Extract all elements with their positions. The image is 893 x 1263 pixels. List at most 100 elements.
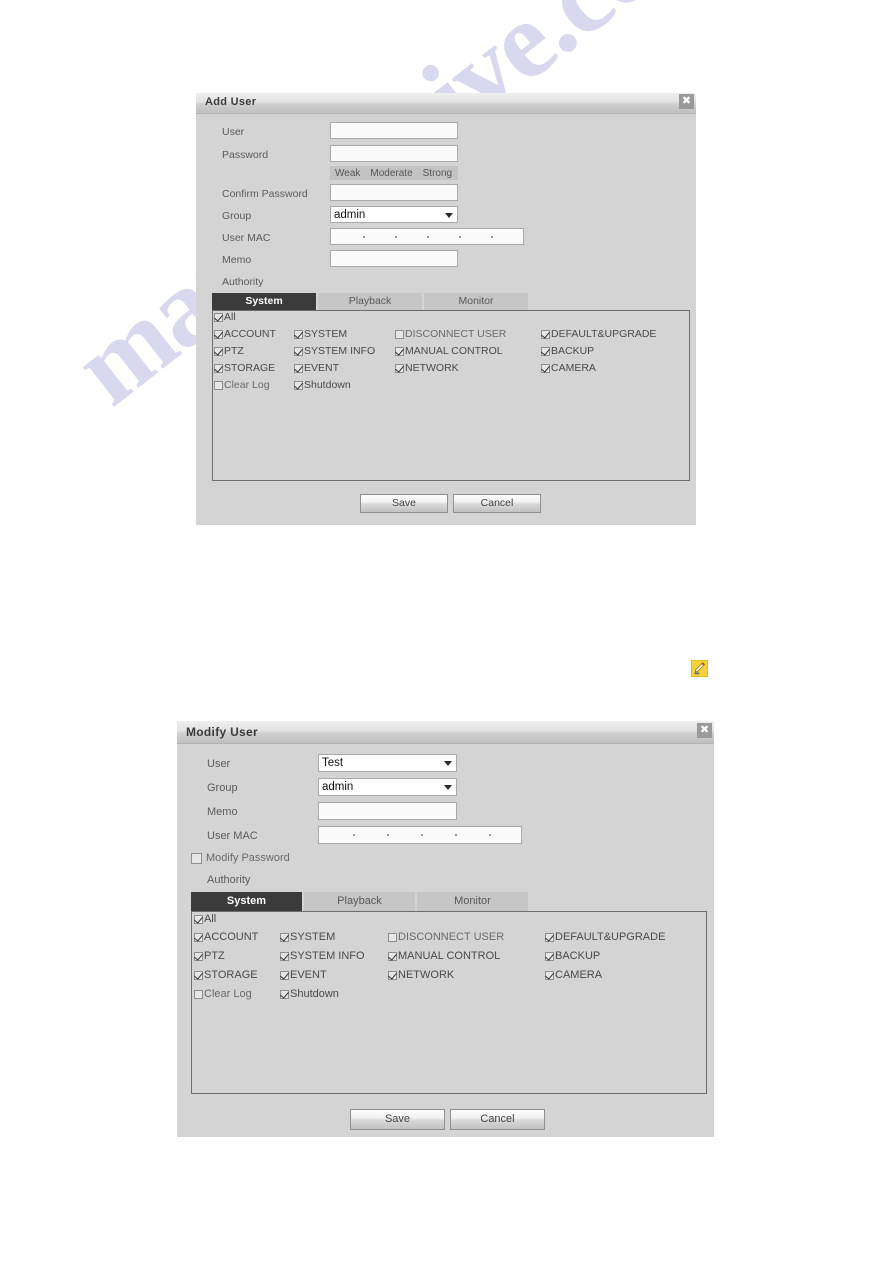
permission-default-upgrade[interactable]: DEFAULT&UPGRADE: [541, 328, 656, 340]
checkbox-icon[interactable]: [294, 363, 303, 373]
checkbox-icon[interactable]: [294, 346, 303, 356]
permission-ptz[interactable]: PTZ: [194, 950, 225, 962]
permission-backup[interactable]: BACKUP: [541, 345, 594, 357]
permission-all[interactable]: All: [214, 311, 236, 323]
permission-disconnect-user[interactable]: DISCONNECT USER: [395, 328, 506, 340]
permission-all[interactable]: All: [194, 913, 216, 925]
permission-backup[interactable]: BACKUP: [545, 950, 600, 962]
checkbox-icon[interactable]: [545, 970, 554, 980]
cancel-button[interactable]: Cancel: [453, 494, 541, 513]
checkbox-icon[interactable]: [214, 363, 223, 373]
group-select[interactable]: admin: [330, 206, 458, 223]
permission-label: NETWORK: [405, 362, 459, 374]
checkbox-icon[interactable]: [545, 951, 554, 961]
modify-user-title: Modify User: [186, 725, 258, 739]
checkbox-icon[interactable]: [214, 312, 223, 322]
tab-monitor[interactable]: Monitor: [417, 892, 530, 911]
permission-storage[interactable]: STORAGE: [214, 362, 275, 374]
checkbox-icon[interactable]: [280, 970, 289, 980]
permission-camera[interactable]: CAMERA: [541, 362, 596, 374]
permission-event[interactable]: EVENT: [294, 362, 339, 374]
confirm-password-input[interactable]: [330, 184, 458, 201]
cancel-button[interactable]: Cancel: [450, 1109, 545, 1130]
permission-label: Clear Log: [224, 379, 270, 391]
permission-label: MANUAL CONTROL: [398, 950, 501, 962]
permission-label: PTZ: [224, 345, 244, 357]
pencil-icon[interactable]: [691, 660, 708, 677]
checkbox-icon[interactable]: [541, 363, 550, 373]
checkbox-icon[interactable]: [395, 363, 404, 373]
checkbox-icon[interactable]: [280, 932, 289, 942]
tab-system[interactable]: System: [212, 293, 318, 310]
password-input[interactable]: [330, 145, 458, 162]
tab-system[interactable]: System: [191, 892, 304, 911]
memo-input[interactable]: [330, 250, 458, 267]
modify-password-checkbox[interactable]: Modify Password: [191, 852, 290, 864]
strength-weak: Weak: [335, 167, 361, 179]
close-icon[interactable]: ✖: [679, 94, 694, 109]
checkbox-icon[interactable]: [294, 329, 303, 339]
checkbox-icon[interactable]: [294, 380, 303, 390]
permission-system-info[interactable]: SYSTEM INFO: [280, 950, 365, 962]
checkbox-icon[interactable]: [388, 970, 397, 980]
memo-input[interactable]: [318, 802, 457, 820]
permission-disconnect-user[interactable]: DISCONNECT USER: [388, 931, 504, 943]
checkbox-icon[interactable]: [194, 970, 203, 980]
user-input[interactable]: [330, 122, 458, 139]
checkbox-icon[interactable]: [214, 346, 223, 356]
tab-monitor[interactable]: Monitor: [424, 293, 530, 310]
checkbox-icon[interactable]: [214, 329, 223, 339]
group-select[interactable]: admin: [318, 778, 457, 796]
checkbox-icon[interactable]: [388, 932, 397, 942]
permission-storage[interactable]: STORAGE: [194, 969, 258, 981]
checkbox-icon[interactable]: [280, 951, 289, 961]
save-button[interactable]: Save: [360, 494, 448, 513]
permission-account[interactable]: ACCOUNT: [194, 931, 258, 943]
checkbox-icon[interactable]: [545, 932, 554, 942]
permission-label: BACKUP: [555, 950, 601, 962]
checkbox-icon[interactable]: [541, 329, 550, 339]
pencil-icon-glyph: [694, 662, 706, 675]
permission-system[interactable]: SYSTEM: [280, 931, 335, 943]
permission-account[interactable]: ACCOUNT: [214, 328, 276, 340]
permission-manual-control[interactable]: MANUAL CONTROL: [395, 345, 503, 357]
permission-label: DEFAULT&UPGRADE: [555, 931, 666, 943]
checkbox-icon[interactable]: [194, 932, 203, 942]
checkbox-icon[interactable]: [194, 989, 203, 999]
checkbox-icon[interactable]: [395, 329, 404, 339]
checkbox-icon[interactable]: [395, 346, 404, 356]
permission-label: BACKUP: [551, 345, 595, 357]
checkbox-icon[interactable]: [388, 951, 397, 961]
tab-playback[interactable]: Playback: [304, 892, 417, 911]
memo-label: Memo: [222, 254, 252, 266]
tab-playback[interactable]: Playback: [318, 293, 424, 310]
checkbox-icon[interactable]: [280, 989, 289, 999]
permission-shutdown[interactable]: Shutdown: [294, 379, 351, 391]
permission-manual-control[interactable]: MANUAL CONTROL: [388, 950, 500, 962]
permission-network[interactable]: NETWORK: [395, 362, 459, 374]
permission-camera[interactable]: CAMERA: [545, 969, 602, 981]
permission-clear-log[interactable]: Clear Log: [194, 988, 252, 1000]
permission-network[interactable]: NETWORK: [388, 969, 454, 981]
user-mac-input[interactable]: [330, 228, 524, 245]
checkbox-icon[interactable]: [214, 380, 223, 390]
close-icon[interactable]: ✖: [697, 723, 712, 738]
permission-label: MANUAL CONTROL: [405, 345, 503, 357]
checkbox-icon[interactable]: [541, 346, 550, 356]
permission-system[interactable]: SYSTEM: [294, 328, 347, 340]
permission-default-upgrade[interactable]: DEFAULT&UPGRADE: [545, 931, 665, 943]
checkbox-icon[interactable]: [194, 914, 203, 924]
user-select[interactable]: Test: [318, 754, 457, 772]
permission-label: SYSTEM: [290, 931, 336, 943]
permission-system-info[interactable]: SYSTEM INFO: [294, 345, 375, 357]
checkbox-icon[interactable]: [194, 951, 203, 961]
permission-shutdown[interactable]: Shutdown: [280, 988, 339, 1000]
save-button[interactable]: Save: [350, 1109, 445, 1130]
checkbox-icon[interactable]: [191, 852, 202, 864]
user-mac-input[interactable]: [318, 826, 522, 844]
permission-clear-log[interactable]: Clear Log: [214, 379, 270, 391]
permission-ptz[interactable]: PTZ: [214, 345, 244, 357]
permission-label: ACCOUNT: [224, 328, 276, 340]
permission-event[interactable]: EVENT: [280, 969, 327, 981]
chevron-down-icon: [445, 212, 453, 218]
